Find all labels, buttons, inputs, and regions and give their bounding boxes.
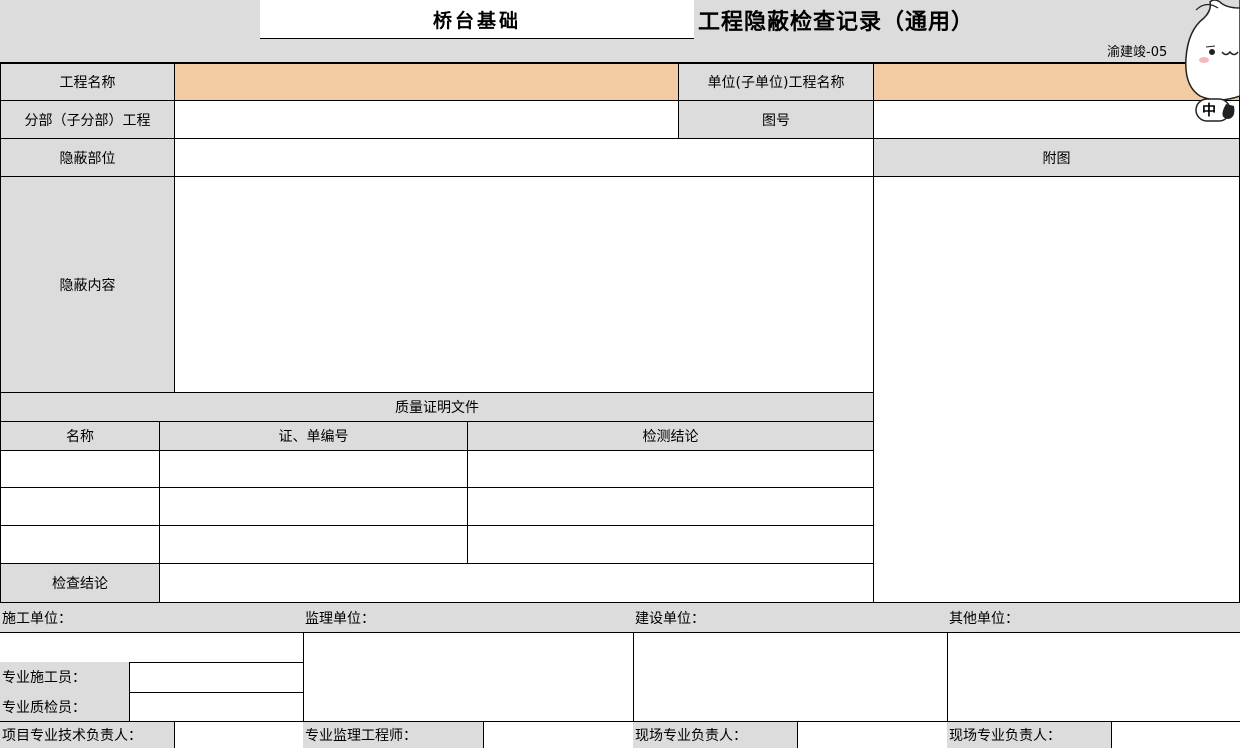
mascot-sticker: 中 bbox=[1182, 0, 1240, 126]
attachment-area[interactable] bbox=[873, 176, 1240, 603]
supervision-unit-label: 监理单位： bbox=[303, 602, 634, 633]
other-rep-label: 现场专业负责人： bbox=[947, 721, 1112, 748]
quality-row2-name[interactable] bbox=[0, 487, 160, 526]
construction-worker-label: 专业施工员： bbox=[0, 662, 130, 693]
construction-unit-blank[interactable] bbox=[0, 632, 304, 663]
form-code: 渝建竣-05 bbox=[1107, 45, 1168, 60]
quality-row1-name[interactable] bbox=[0, 450, 160, 488]
supervision-engineer-field[interactable] bbox=[483, 721, 634, 748]
quality-col-cert-no: 证、单编号 bbox=[159, 421, 468, 451]
quality-row2-cert[interactable] bbox=[159, 487, 468, 526]
hidden-part-label: 隐蔽部位 bbox=[0, 138, 175, 177]
other-sign-area[interactable] bbox=[947, 632, 1240, 722]
owner-rep-field[interactable] bbox=[797, 721, 948, 748]
hidden-part-field[interactable] bbox=[174, 138, 874, 177]
construction-worker-field[interactable] bbox=[129, 662, 304, 693]
other-rep-field[interactable] bbox=[1111, 721, 1240, 748]
tech-lead-label: 项目专业技术负责人： bbox=[0, 721, 175, 748]
sub-project-field[interactable] bbox=[174, 100, 679, 139]
quality-row3-result[interactable] bbox=[467, 525, 874, 564]
mascot-label: 中 bbox=[1202, 103, 1216, 119]
quality-row1-result[interactable] bbox=[467, 450, 874, 488]
tech-lead-field[interactable] bbox=[174, 721, 304, 748]
sub-project-label: 分部（子分部）工程 bbox=[0, 100, 175, 139]
owner-rep-label: 现场专业负责人： bbox=[633, 721, 798, 748]
hidden-content-label: 隐蔽内容 bbox=[0, 176, 175, 393]
form-title: 工程隐蔽检查记录（通用） bbox=[698, 9, 975, 35]
quality-col-name: 名称 bbox=[0, 421, 160, 451]
other-unit-label: 其他单位： bbox=[947, 602, 1240, 633]
construction-unit-label: 施工单位： bbox=[0, 602, 304, 633]
quality-row3-name[interactable] bbox=[0, 525, 160, 564]
supervision-engineer-label: 专业监理工程师： bbox=[303, 721, 484, 748]
unit-project-label: 单位(子单位)工程名称 bbox=[678, 62, 874, 101]
quality-row3-cert[interactable] bbox=[159, 525, 468, 564]
inspection-conclusion-field[interactable] bbox=[159, 563, 874, 603]
hidden-content-field[interactable] bbox=[174, 176, 874, 393]
owner-unit-label: 建设单位： bbox=[633, 602, 948, 633]
quality-row1-cert[interactable] bbox=[159, 450, 468, 488]
owner-sign-area[interactable] bbox=[633, 632, 948, 722]
drawing-no-label: 图号 bbox=[678, 100, 874, 139]
project-name-field[interactable] bbox=[174, 62, 679, 101]
supervision-sign-area[interactable] bbox=[303, 632, 634, 722]
inspection-conclusion-label: 检查结论 bbox=[0, 563, 160, 603]
quality-inspector-label: 专业质检员： bbox=[0, 692, 130, 722]
attachment-label: 附图 bbox=[873, 138, 1240, 177]
quality-section-title: 质量证明文件 bbox=[0, 392, 874, 422]
subtitle-cell[interactable]: 桥台基础 bbox=[260, 0, 694, 39]
quality-col-result: 检测结论 bbox=[467, 421, 874, 451]
quality-row2-result[interactable] bbox=[467, 487, 874, 526]
project-name-label: 工程名称 bbox=[0, 62, 175, 101]
quality-inspector-field[interactable] bbox=[129, 692, 304, 722]
